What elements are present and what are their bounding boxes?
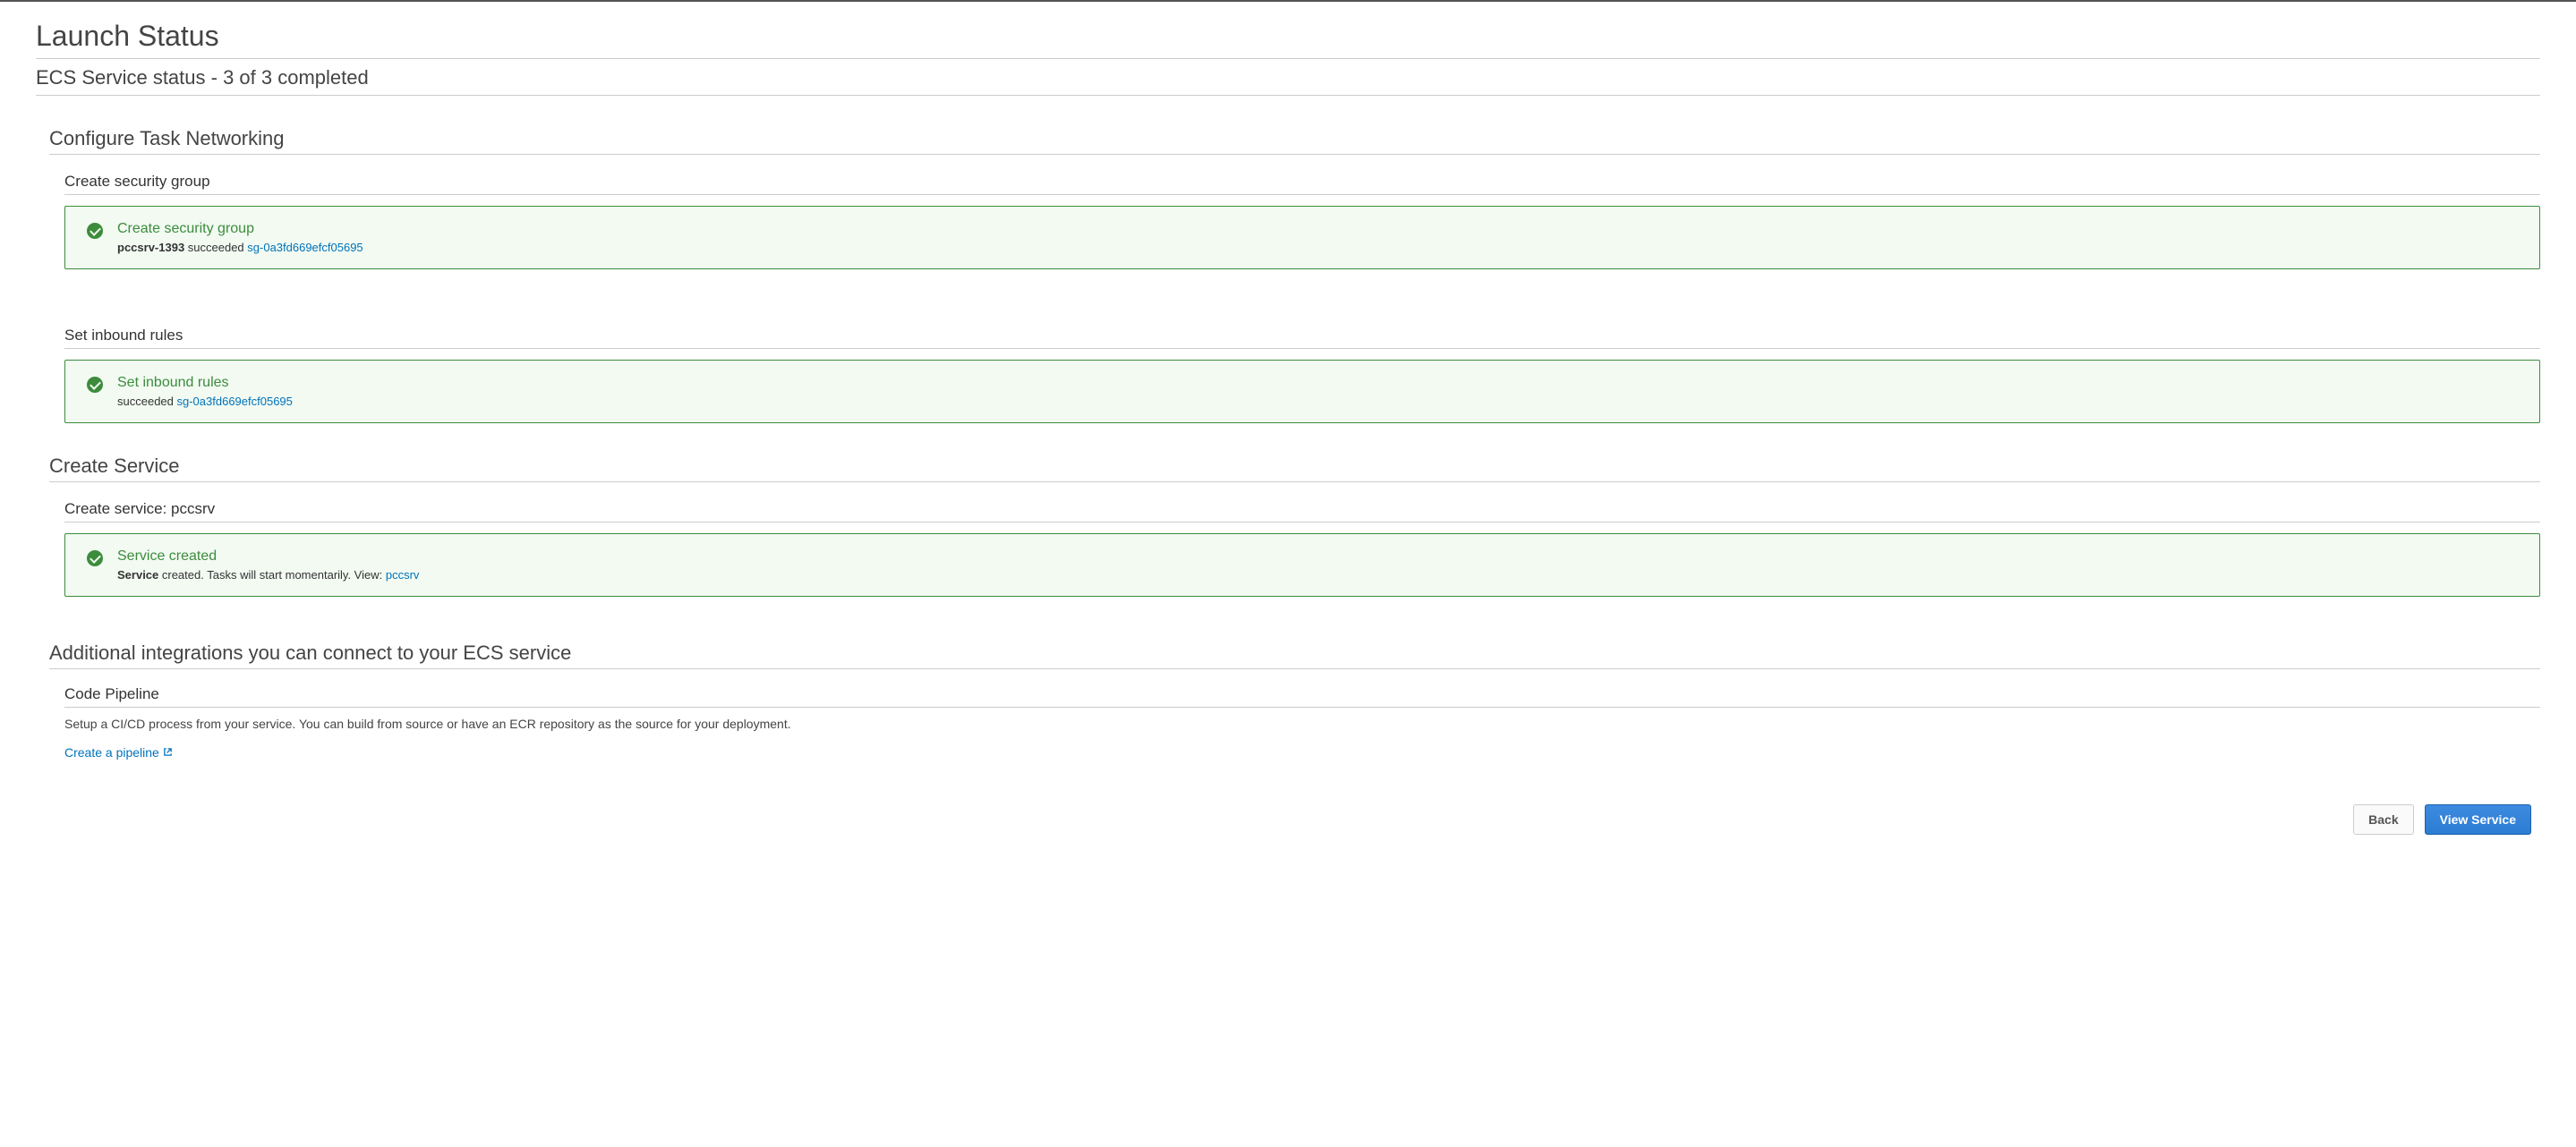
page-title: Launch Status: [36, 20, 2540, 59]
alert-title: Create security group: [117, 221, 2521, 237]
view-service-button[interactable]: View Service: [2425, 804, 2531, 835]
status-text: succeeded: [184, 241, 247, 254]
alert-detail: Service created. Tasks will start moment…: [117, 568, 2521, 582]
subheading-create-security-group: Create security group: [64, 173, 2540, 195]
success-check-icon: [87, 223, 103, 239]
back-button[interactable]: Back: [2353, 804, 2413, 835]
subheading-set-inbound-rules: Set inbound rules: [64, 327, 2540, 349]
success-check-icon: [87, 550, 103, 566]
resource-label: Service: [117, 568, 158, 582]
alert-title: Service created: [117, 548, 2521, 565]
resource-name: pccsrv-1393: [117, 241, 184, 254]
security-group-link[interactable]: sg-0a3fd669efcf05695: [247, 241, 363, 254]
section-create-service: Create Service: [49, 455, 2540, 482]
external-link-icon: [163, 747, 173, 760]
service-link[interactable]: pccsrv: [386, 568, 420, 582]
subheading-code-pipeline: Code Pipeline: [64, 685, 2540, 708]
create-pipeline-link[interactable]: Create a pipeline: [64, 745, 159, 760]
section-additional-integrations: Additional integrations you can connect …: [49, 641, 2540, 669]
ecs-service-status: ECS Service status - 3 of 3 completed: [36, 59, 2540, 96]
alert-detail: pccsrv-1393 succeeded sg-0a3fd669efcf056…: [117, 241, 2521, 254]
security-group-link[interactable]: sg-0a3fd669efcf05695: [177, 395, 293, 408]
section-configure-networking: Configure Task Networking: [49, 127, 2540, 155]
alert-set-inbound-rules: Set inbound rules succeeded sg-0a3fd669e…: [64, 360, 2540, 423]
success-check-icon: [87, 377, 103, 393]
code-pipeline-description: Setup a CI/CD process from your service.…: [64, 717, 2540, 731]
status-text: succeeded: [117, 395, 177, 408]
button-row: Back View Service: [36, 804, 2531, 835]
alert-title: Set inbound rules: [117, 375, 2521, 391]
alert-create-security-group: Create security group pccsrv-1393 succee…: [64, 206, 2540, 269]
status-text: created. Tasks will start momentarily. V…: [158, 568, 386, 582]
subheading-create-service: Create service: pccsrv: [64, 500, 2540, 523]
alert-detail: succeeded sg-0a3fd669efcf05695: [117, 395, 2521, 408]
alert-service-created: Service created Service created. Tasks w…: [64, 533, 2540, 597]
